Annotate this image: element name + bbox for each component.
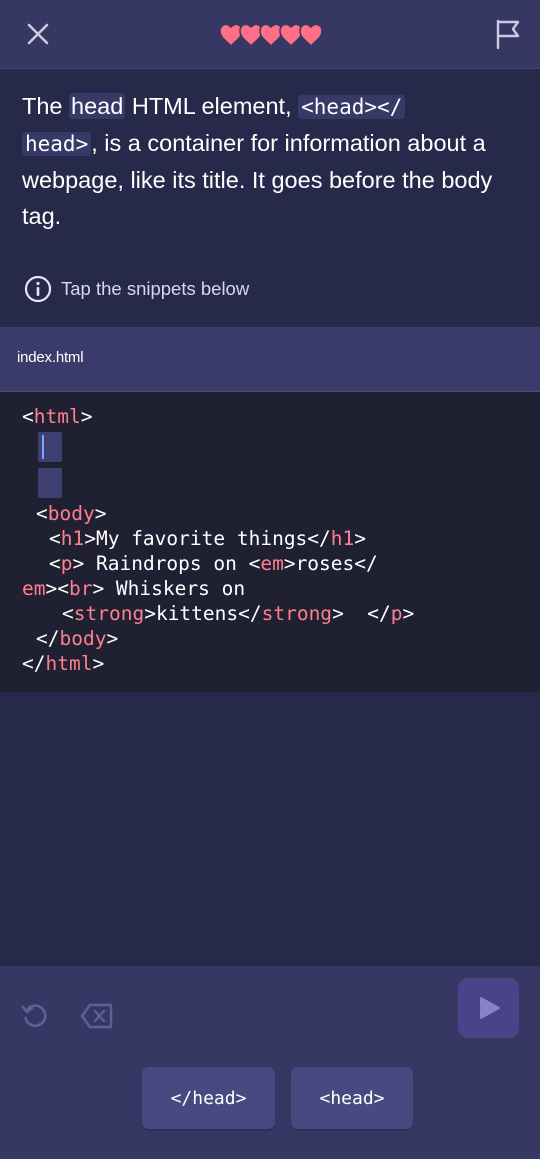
- heart-icon: [279, 23, 303, 48]
- heart-icon: [259, 23, 283, 48]
- code-line: <body>: [36, 502, 107, 525]
- report-flag-icon[interactable]: [492, 17, 524, 51]
- hint-text: Tap the snippets below: [61, 278, 250, 299]
- snippet-close-head[interactable]: </head>: [142, 1067, 275, 1129]
- code-line: <h1>My favorite things</h1>: [49, 527, 367, 550]
- file-name: index.html: [17, 349, 84, 366]
- answer-slot[interactable]: [38, 468, 62, 498]
- code-inline: head>: [22, 132, 92, 156]
- snippet-open-head[interactable]: <head>: [291, 1067, 413, 1129]
- code-line: </body>: [36, 627, 119, 650]
- hint: Tap the snippets below: [24, 274, 249, 304]
- code-line: </html>: [22, 652, 105, 675]
- code-line: <html>: [22, 405, 93, 428]
- heart-icon: [239, 23, 263, 48]
- lives-hearts: [219, 23, 323, 48]
- answer-slot-active[interactable]: [38, 432, 62, 462]
- lesson-text: The head HTML element, <head></head>, is…: [22, 93, 493, 229]
- code-editor: <html> <body> <h1>My favorite things</h1…: [0, 392, 540, 692]
- heart-icon: [219, 23, 243, 48]
- code-line: <p> Raindrops on <em>roses</: [49, 552, 378, 575]
- info-icon: [24, 275, 52, 303]
- backspace-icon[interactable]: [80, 1003, 114, 1029]
- code-inline: <head></: [298, 95, 406, 119]
- code-line: <strong>kittens</strong> </p>: [62, 602, 415, 625]
- undo-icon[interactable]: [20, 1001, 50, 1031]
- run-button[interactable]: [458, 978, 519, 1038]
- heart-icon: [299, 23, 323, 48]
- play-icon: [480, 997, 500, 1019]
- close-icon[interactable]: [22, 18, 54, 50]
- top-bar: [0, 0, 540, 69]
- term-highlight[interactable]: head: [69, 93, 126, 119]
- file-tab-bar: index.html: [0, 327, 540, 392]
- code-line: em><br> Whiskers on: [22, 577, 246, 600]
